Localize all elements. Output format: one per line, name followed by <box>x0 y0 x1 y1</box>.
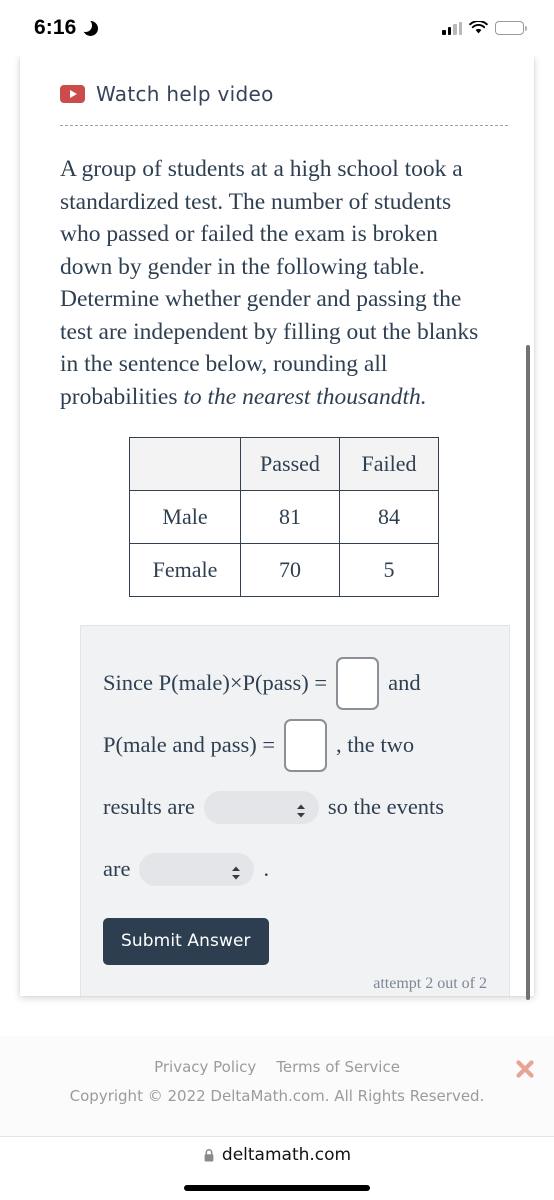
vertical-scrollbar[interactable] <box>526 345 530 1000</box>
answer-panel: Since P(male)×P(pass) = and P(male and p… <box>80 625 510 996</box>
results-comparison-dropdown[interactable] <box>203 790 319 824</box>
table-row-label-male: Male <box>129 490 241 544</box>
question-text-emphasis: to the nearest thousandth. <box>183 383 427 410</box>
probability-product-input[interactable] <box>336 656 380 710</box>
question-text-main: A group of students at a high school too… <box>60 156 479 410</box>
contingency-table: Passed Failed Male 81 84 Female 70 5 <box>129 437 439 597</box>
answer-line-4-suffix: . <box>263 856 270 881</box>
attempt-counter: attempt 2 out of 2 <box>373 975 487 992</box>
answer-line-3: results are so the events <box>103 780 487 834</box>
status-bar: 6:16 <box>0 0 554 56</box>
watch-help-video-label: Watch help video <box>96 82 274 106</box>
status-bar-right <box>442 20 527 35</box>
table-row-label-female: Female <box>129 543 241 597</box>
url-text: deltamath.com <box>221 1145 352 1165</box>
table-cell-male-passed: 81 <box>240 490 340 544</box>
wifi-icon <box>469 20 488 35</box>
table-row: Female 70 5 <box>129 543 439 597</box>
watch-help-video-link[interactable]: Watch help video <box>60 82 508 106</box>
copyright-text: Copyright © 2022 DeltaMath.com. All Righ… <box>69 1087 485 1105</box>
crescent-moon-icon <box>79 18 99 37</box>
table-col-header-failed: Failed <box>339 437 439 491</box>
lock-icon <box>203 1148 215 1163</box>
terms-of-service-link[interactable]: Terms of Service <box>276 1058 400 1076</box>
table-col-header-passed: Passed <box>240 437 340 491</box>
table-corner-cell <box>129 437 241 491</box>
problem-card: Watch help video A group of students at … <box>20 56 534 996</box>
answer-line-2-suffix: , the two <box>336 732 415 757</box>
submit-answer-button[interactable]: Submit Answer <box>103 918 269 965</box>
contingency-table-wrap: Passed Failed Male 81 84 Female 70 5 <box>60 437 508 597</box>
independence-dropdown[interactable] <box>139 852 255 886</box>
table-body: Male 81 84 Female 70 5 <box>129 490 439 597</box>
answer-line-1-prefix: Since P(male)×P(pass) = <box>103 670 328 695</box>
status-bar-left: 6:16 <box>34 16 99 40</box>
site-footer: Privacy Policy Terms of Service Copyrigh… <box>0 1036 554 1137</box>
youtube-play-icon <box>60 85 85 103</box>
chevron-up-down-icon <box>295 799 307 818</box>
joint-probability-input[interactable] <box>284 718 328 772</box>
chevron-up-down-icon <box>230 861 242 880</box>
privacy-policy-link[interactable]: Privacy Policy <box>154 1058 256 1076</box>
answer-line-3-suffix: so the events <box>327 794 445 819</box>
table-header-row: Passed Failed <box>129 437 439 491</box>
answer-line-1: Since P(male)×P(pass) = and <box>103 656 487 710</box>
question-text: A group of students at a high school too… <box>60 153 508 413</box>
table-cell-male-failed: 84 <box>339 490 439 544</box>
table-cell-female-failed: 5 <box>339 543 439 597</box>
url-bar[interactable]: deltamath.com <box>203 1145 351 1165</box>
home-indicator <box>184 1185 370 1191</box>
footer-links: Privacy Policy Terms of Service <box>0 1036 554 1076</box>
answer-line-1-suffix: and <box>388 670 421 695</box>
battery-low-power-icon <box>495 21 527 35</box>
table-header: Passed Failed <box>129 437 439 491</box>
section-divider <box>60 125 508 126</box>
safari-browser-bar: deltamath.com <box>0 1137 554 1200</box>
status-time: 6:16 <box>34 16 77 39</box>
card-content: Watch help video A group of students at … <box>20 56 534 996</box>
answer-line-4: are . <box>103 842 487 896</box>
table-cell-female-passed: 70 <box>240 543 340 597</box>
answer-line-3-prefix: results are <box>103 794 195 819</box>
cellular-signal-icon <box>442 21 462 35</box>
answer-line-4-prefix: are <box>103 856 131 881</box>
answer-line-2-prefix: P(male and pass) = <box>103 732 276 757</box>
close-x-icon[interactable] <box>514 1058 536 1080</box>
answer-line-2: P(male and pass) = , the two <box>103 718 487 772</box>
table-row: Male 81 84 <box>129 490 439 544</box>
